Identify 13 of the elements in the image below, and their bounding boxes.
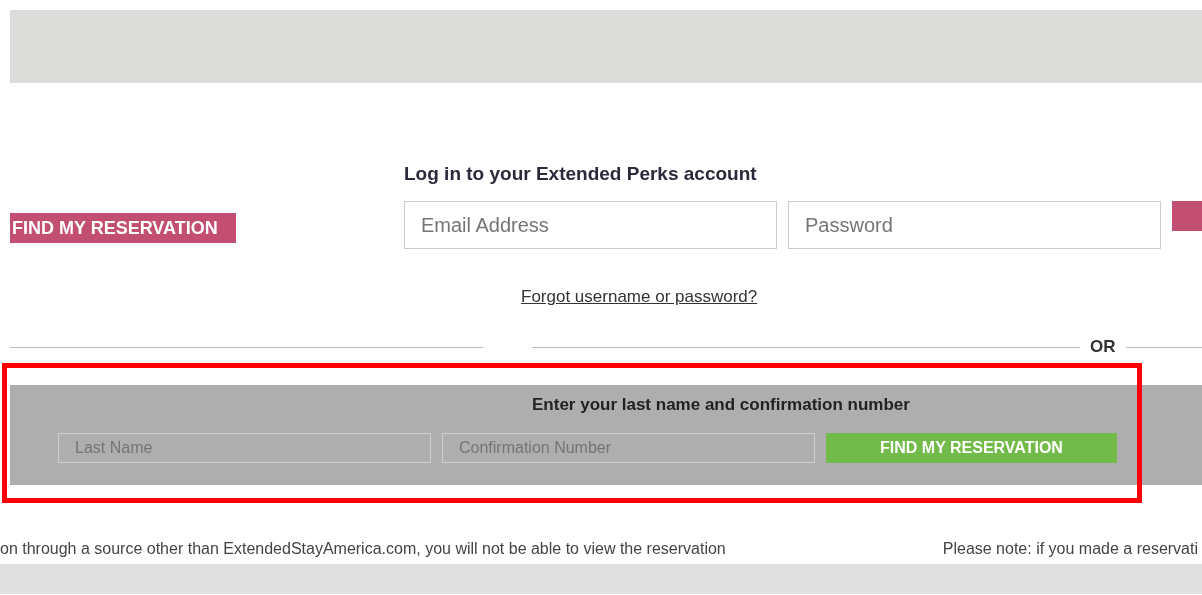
confirmation-field[interactable]: Confirmation Number [442, 433, 815, 463]
login-button[interactable] [1172, 201, 1202, 231]
find-reservation-button[interactable]: FIND MY RESERVATION [10, 213, 236, 243]
forgot-password-link[interactable]: Forgot username or password? [521, 287, 1202, 307]
email-field[interactable]: Email Address [404, 201, 777, 249]
or-divider-label: OR [1090, 337, 1116, 357]
last-name-field[interactable]: Last Name [58, 433, 431, 463]
find-reservation-button[interactable]: FIND MY RESERVATION [826, 433, 1117, 463]
note-text: Please note: if you made a reservati [942, 540, 1198, 558]
password-field[interactable]: Password [788, 201, 1161, 249]
login-heading: Log in to your Extended Perks account [404, 163, 758, 185]
note-text: on through a source other than ExtendedStayAmerica.com, you will not be able to view the reservation [0, 540, 726, 558]
lookup-heading: Enter your last name and confirmation number [532, 395, 911, 415]
